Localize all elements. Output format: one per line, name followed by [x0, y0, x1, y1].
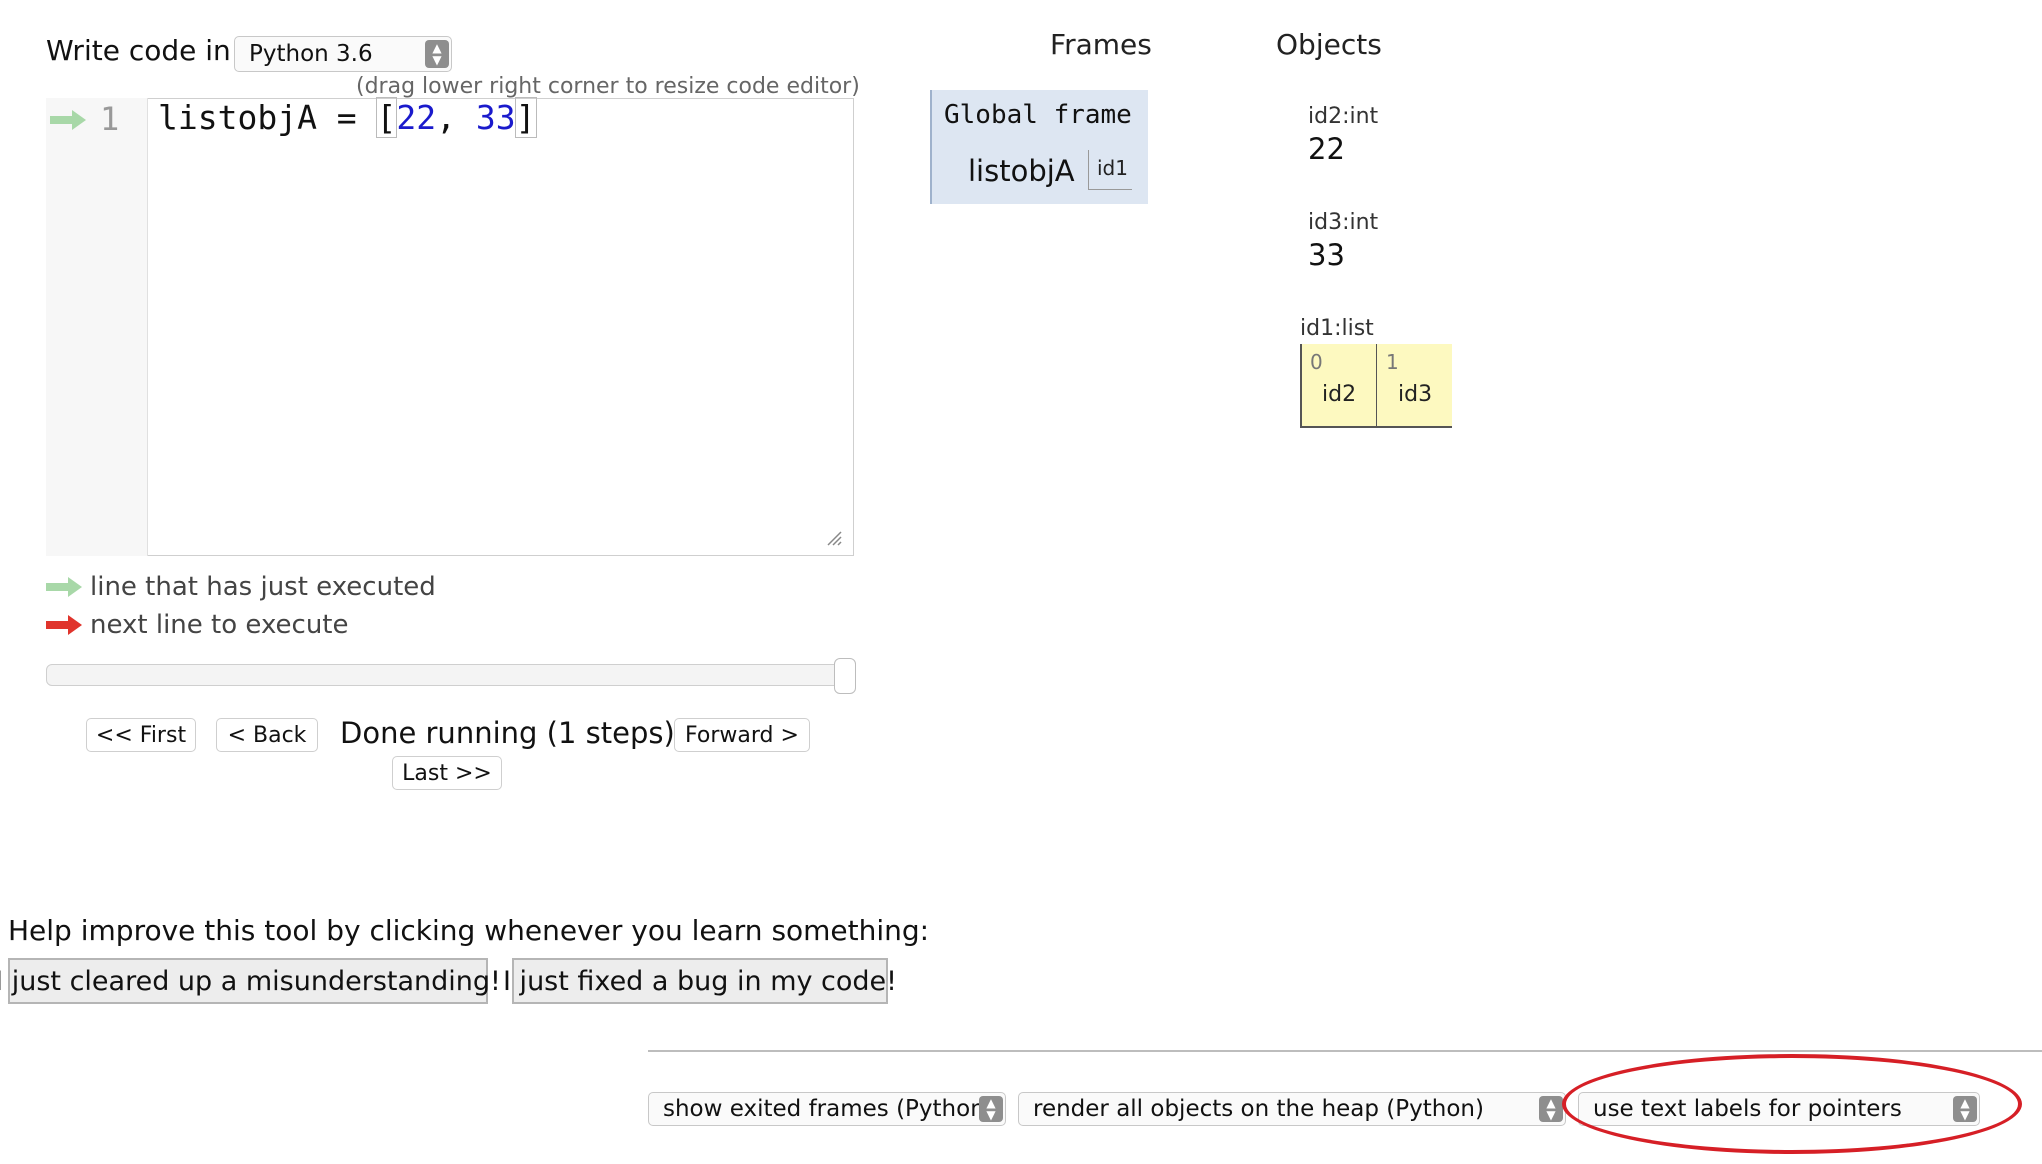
help-prompt: Help improve this tool by clicking whene… [8, 914, 930, 947]
heap-render-select[interactable]: render all objects on the heap (Python) … [1018, 1092, 1566, 1126]
select-arrows-icon: ▲ ▼ [1539, 1096, 1563, 1122]
object-value: 22 [1308, 132, 1345, 166]
code-editor[interactable] [46, 98, 854, 556]
legend-executed-label: line that has just executed [90, 572, 436, 602]
code-line-1[interactable]: listobjA = [22, 33] [158, 97, 537, 138]
misunderstanding-button[interactable]: I just cleared up a misunderstanding! [0, 958, 501, 1004]
frames-header: Frames [1050, 28, 1152, 61]
list-cell-divider [1376, 344, 1377, 428]
write-code-label: Write code in [46, 34, 231, 67]
list-cell-value: id2 [1322, 382, 1357, 407]
global-frame-title: Global frame [944, 100, 1132, 130]
fixed-bug-button[interactable]: I just fixed a bug in my code! [503, 958, 897, 1004]
object-value: 33 [1308, 238, 1345, 272]
select-arrows-icon: ▲ ▼ [425, 40, 449, 68]
options-divider [648, 1050, 2042, 1052]
next-legend-arrow-icon [46, 615, 82, 635]
objects-header: Objects [1276, 28, 1382, 61]
object-label: id3:int [1308, 210, 1379, 235]
code-number-2: 33 [475, 98, 516, 137]
step-slider-track[interactable] [46, 664, 856, 686]
frame-variable-ref: id1 [1088, 150, 1132, 190]
language-select[interactable]: Python 3.6 ▲ ▼ [234, 36, 452, 72]
execution-status: Done running (1 steps) [340, 716, 675, 750]
code-separator: , [436, 98, 476, 137]
list-index: 1 [1386, 350, 1399, 374]
list-object-label: id1:list [1300, 316, 1374, 341]
heap-render-value: render all objects on the heap (Python) [1033, 1096, 1484, 1122]
language-select-value: Python 3.6 [249, 41, 373, 67]
executed-line-arrow-icon [50, 110, 86, 130]
object-label: id2:int [1308, 104, 1379, 129]
step-slider-handle[interactable] [834, 658, 856, 694]
resize-handle-icon[interactable] [826, 530, 842, 546]
editor-resize-hint: (drag lower right corner to resize code … [356, 74, 860, 99]
forward-button[interactable]: Forward > [674, 718, 810, 752]
list-index: 0 [1310, 350, 1323, 374]
exited-frames-select[interactable]: show exited frames (Python) ▲ ▼ [648, 1092, 1006, 1126]
exited-frames-value: show exited frames (Python) [663, 1096, 994, 1122]
code-bracket-open: [ [375, 97, 398, 138]
legend-next-label: next line to execute [90, 610, 349, 640]
executed-legend-arrow-icon [46, 577, 82, 597]
code-prefix: listobjA = [158, 98, 377, 137]
select-arrows-icon: ▲ ▼ [979, 1096, 1003, 1122]
first-button[interactable]: << First [86, 718, 196, 752]
last-button[interactable]: Last >> [392, 756, 502, 790]
editor-gutter [46, 98, 148, 556]
list-cell-value: id3 [1398, 382, 1433, 407]
highlight-annotation-ellipse [1562, 1054, 2022, 1154]
code-number-1: 22 [396, 98, 437, 137]
code-bracket-close: ] [514, 97, 537, 138]
back-button[interactable]: < Back [216, 718, 318, 752]
frame-variable-name: listobjA [968, 154, 1075, 188]
line-number: 1 [100, 100, 120, 138]
